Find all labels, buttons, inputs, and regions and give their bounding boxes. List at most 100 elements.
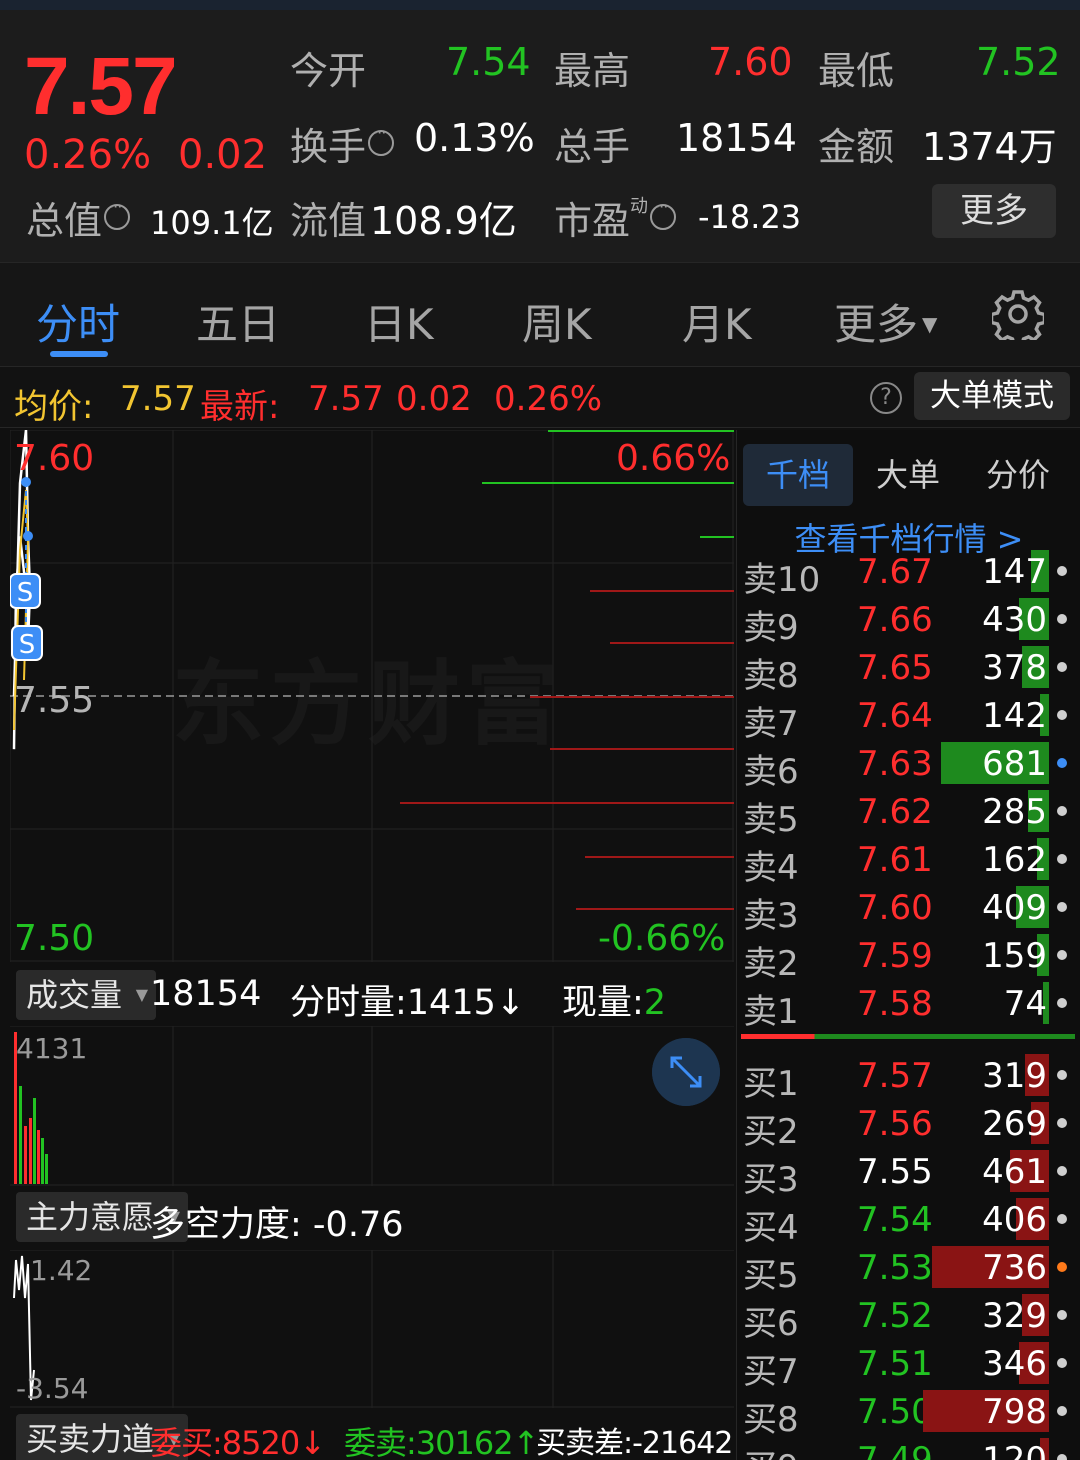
level-label: 卖6	[743, 752, 799, 792]
tab-thousand-level[interactable]: 千档	[743, 444, 853, 506]
turnover-label[interactable]: 换手	[290, 116, 395, 171]
level-quantity: 74	[1003, 984, 1047, 1024]
bid-row[interactable]: 买1 7.57 319	[737, 1052, 1080, 1104]
level-price: 7.64	[857, 696, 933, 736]
open-value: 7.54	[446, 40, 531, 84]
bid-row[interactable]: 买7 7.51 346	[737, 1340, 1080, 1392]
mktcap-label-text: 总值	[26, 199, 103, 243]
turnover-label-text: 换手	[290, 125, 367, 169]
info-icon[interactable]	[650, 197, 677, 230]
volume-max-label: 4131	[16, 1032, 88, 1065]
level-dot	[1057, 1454, 1067, 1460]
bid-row[interactable]: 买9 7.49 120	[737, 1436, 1080, 1460]
down-arrow-icon: ↓	[495, 983, 526, 1023]
volume-bar	[37, 1130, 40, 1184]
bid-row[interactable]: 买6 7.52 329	[737, 1292, 1080, 1344]
pe-label[interactable]: 市盈动	[554, 190, 677, 245]
ask-row[interactable]: 卖10 7.67 147	[737, 548, 1080, 600]
level-dot	[1057, 902, 1067, 912]
volume-strip: 成交量 18154 分时量:1415↓ 现量:2	[10, 964, 734, 1026]
volume-bar	[33, 1098, 36, 1184]
level-label: 卖1	[743, 992, 799, 1032]
level-label: 买9	[743, 1440, 799, 1460]
ask-row[interactable]: 卖7 7.64 142	[737, 692, 1080, 744]
volume-chart[interactable]	[10, 1026, 734, 1186]
level-quantity: 346	[982, 1344, 1047, 1384]
expand-icon[interactable]	[652, 1038, 720, 1106]
ask-row[interactable]: 卖9 7.66 430	[737, 596, 1080, 648]
current-volume-value: 2	[643, 983, 667, 1023]
change-percent: 0.26%	[24, 132, 152, 178]
tab-five-day[interactable]: 五日	[196, 291, 280, 352]
tab-monthly-k[interactable]: 月K	[682, 291, 752, 352]
ask-row[interactable]: 卖4 7.61 162	[737, 836, 1080, 888]
ask-row[interactable]: 卖6 7.63 681	[737, 740, 1080, 792]
low-label: 最低	[818, 49, 895, 93]
level-dot	[1057, 1310, 1067, 1320]
force-chart[interactable]	[10, 1250, 734, 1408]
level-quantity: 285	[982, 792, 1047, 832]
level-label: 卖4	[743, 848, 799, 888]
gear-icon[interactable]	[992, 288, 1044, 340]
help-icon[interactable]: ?	[870, 382, 902, 414]
sell-marker[interactable]: S	[10, 573, 41, 609]
level-dot	[1057, 1070, 1067, 1080]
tab-weekly-k[interactable]: 周K	[522, 291, 592, 352]
info-icon[interactable]	[368, 123, 395, 156]
tab-large-order[interactable]: 大单	[853, 444, 963, 506]
ask-row[interactable]: 卖3 7.60 409	[737, 884, 1080, 936]
quote-header: 7.57 0.26% 0.02 今开 7.54 最高 7.60 最低 7.52 …	[0, 10, 1080, 262]
intraday-chart[interactable]: S S	[10, 430, 734, 962]
level-price: 7.63	[857, 744, 933, 784]
status-bar	[0, 0, 1080, 10]
level-label: 买8	[743, 1400, 799, 1440]
bid-row[interactable]: 买8 7.50 798	[737, 1388, 1080, 1440]
level-quantity: 461	[982, 1152, 1047, 1192]
low-value: 7.52	[976, 40, 1061, 84]
volume-indicator-select[interactable]: 成交量	[16, 970, 157, 1020]
ask-row[interactable]: 卖5 7.62 285	[737, 788, 1080, 840]
info-icon[interactable]	[104, 197, 131, 230]
ask-row[interactable]: 卖8 7.65 378	[737, 644, 1080, 696]
level-dot	[1057, 1406, 1067, 1416]
level-dot	[1057, 806, 1067, 816]
level-label: 买7	[743, 1352, 799, 1392]
minute-volume: 分时量:1415↓	[290, 974, 525, 1025]
bid-row[interactable]: 买2 7.56 269	[737, 1100, 1080, 1152]
volume-bar	[41, 1138, 44, 1184]
tab-price-distribution[interactable]: 分价	[963, 444, 1073, 506]
level-quantity: 736	[982, 1248, 1047, 1288]
tab-daily-k[interactable]: 日K	[364, 291, 434, 352]
ask-row[interactable]: 卖1 7.58 74	[737, 980, 1080, 1032]
volume-bar	[19, 1086, 22, 1184]
level-quantity: 406	[982, 1200, 1047, 1240]
more-quote-button[interactable]: 更多	[932, 184, 1056, 238]
level-price: 7.59	[857, 936, 933, 976]
level-dot	[1057, 758, 1067, 768]
level-label: 买1	[743, 1064, 799, 1104]
pe-value: -18.23	[698, 198, 802, 236]
ask-bid-divider	[741, 1034, 1075, 1039]
mktcap-label[interactable]: 总值	[26, 190, 131, 245]
bid-row[interactable]: 买4 7.54 406	[737, 1196, 1080, 1248]
bidask-diff-text: 买卖差:-21642	[536, 1426, 733, 1460]
level-label: 买4	[743, 1208, 799, 1248]
bid-row[interactable]: 买3 7.55 461	[737, 1148, 1080, 1200]
level-quantity: 430	[982, 600, 1047, 640]
level-dot	[1057, 614, 1067, 624]
ask-row[interactable]: 卖2 7.59 159	[737, 932, 1080, 984]
level-price: 7.66	[857, 600, 933, 640]
tab-intraday[interactable]: 分时	[36, 291, 120, 352]
pe-label-text: 市盈	[554, 199, 631, 243]
force-bottom-label: -3.54	[16, 1372, 89, 1405]
force-value: 多空力度: -0.76	[150, 1205, 404, 1245]
latest-change-pct: 0.26%	[494, 379, 603, 419]
sell-marker[interactable]: S	[11, 625, 43, 661]
volume-value: 18154	[676, 116, 797, 160]
tab-more[interactable]: 更多 ▼	[834, 291, 937, 352]
level-label: 卖2	[743, 944, 799, 984]
level-price: 7.51	[857, 1344, 933, 1384]
bid-row[interactable]: 买5 7.53 736	[737, 1244, 1080, 1296]
large-order-mode-button[interactable]: 大单模式	[914, 372, 1070, 420]
bid-volume: 委买:8520↓	[150, 1418, 326, 1460]
